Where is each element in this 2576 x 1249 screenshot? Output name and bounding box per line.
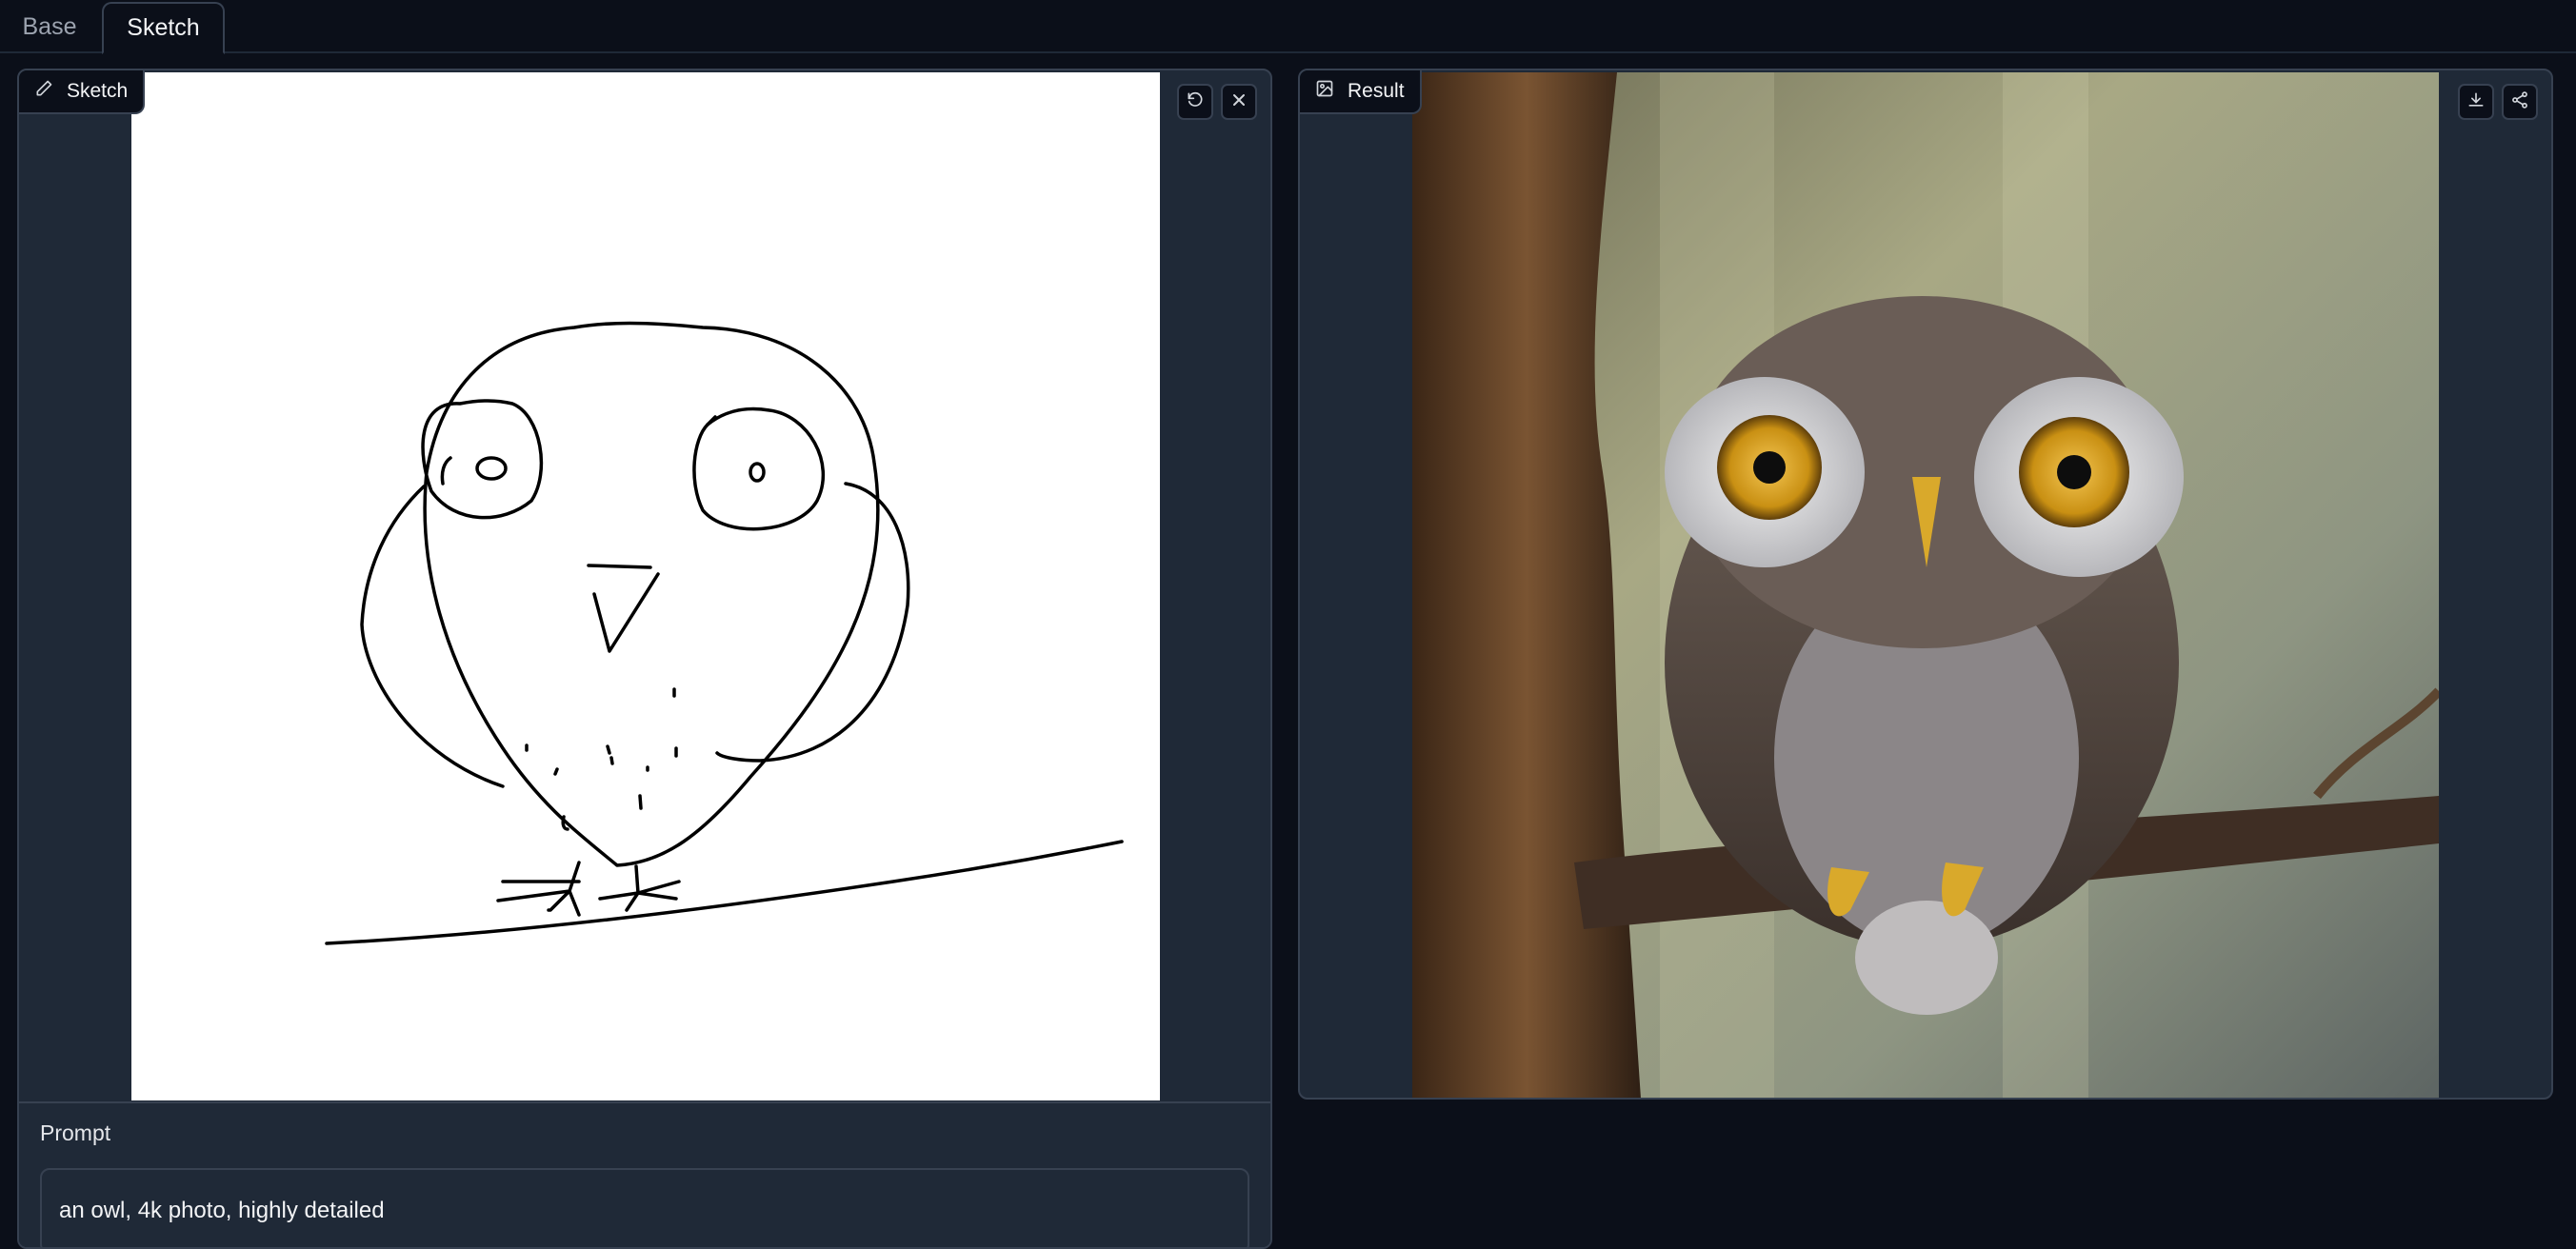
sketch-controls [1177,84,1257,120]
sketch-label-text: Sketch [67,80,129,102]
prompt-input[interactable] [40,1168,1249,1247]
clear-button[interactable] [1221,84,1257,120]
undo-button[interactable] [1177,84,1213,120]
pencil-icon [34,79,53,104]
undo-icon [1186,90,1205,114]
tab-sketch[interactable]: Sketch [102,2,225,54]
result-controls [2458,84,2538,120]
download-icon [2466,90,2486,114]
share-button[interactable] [2502,84,2538,120]
prompt-label: Prompt [40,1120,111,1145]
download-button[interactable] [2458,84,2494,120]
result-panel: Result [1298,69,2553,1100]
image-icon [1315,79,1334,104]
result-label-text: Result [1348,80,1405,102]
owl-photo [1412,72,2439,1098]
share-icon [2510,90,2529,114]
result-image [1412,72,2439,1098]
close-icon [1229,90,1248,114]
prompt-section: Prompt [19,1101,1270,1247]
tab-base[interactable]: Base [0,0,99,54]
result-label: Result [1300,70,1422,114]
owl-sketch-drawing [325,321,1124,945]
sketch-label: Sketch [19,70,146,114]
tab-bar: Base Sketch [0,0,2576,54]
sketch-canvas[interactable] [131,72,1160,1100]
sketch-panel: Sketch Prompt an owl, 4k photo, highly d… [17,69,1272,1249]
